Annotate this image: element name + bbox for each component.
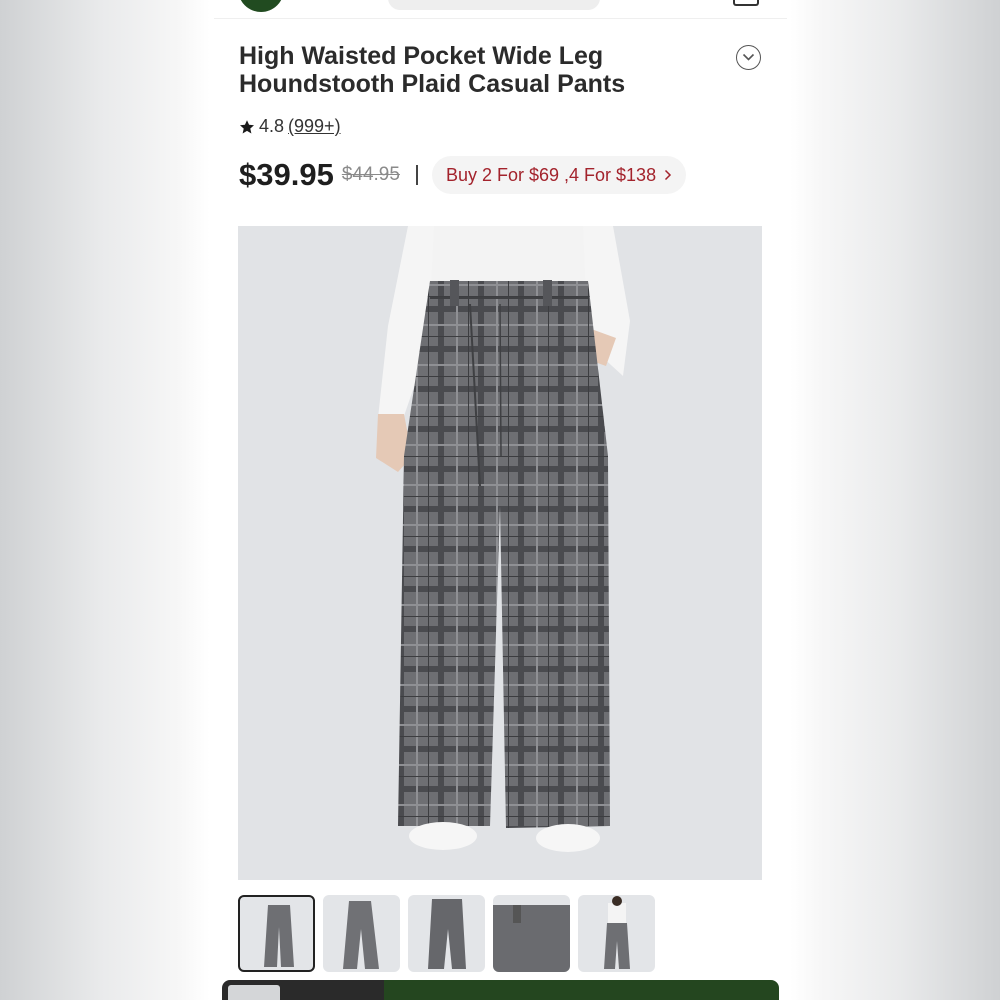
- gallery-thumbnail-4[interactable]: [493, 895, 570, 972]
- original-price: $44.95: [341, 164, 400, 185]
- review-count-link[interactable]: (999+): [288, 116, 341, 137]
- search-bar[interactable]: [388, 0, 600, 10]
- gallery-thumbnails: [238, 895, 655, 972]
- product-rating[interactable]: 4.8 (999+): [239, 116, 341, 137]
- gallery-thumbnail-2[interactable]: [323, 895, 400, 972]
- promo-label: Buy 2 For $69 ,4 For $138: [445, 164, 657, 185]
- gallery-thumbnail-3[interactable]: [408, 895, 485, 972]
- product-main-image[interactable]: [238, 226, 762, 880]
- add-to-cart-button[interactable]: [384, 980, 779, 1000]
- gallery-thumbnail-1[interactable]: [238, 895, 315, 972]
- top-navigation-bar: [214, 0, 787, 19]
- current-price: $39.95: [239, 157, 334, 192]
- bundle-promo-button[interactable]: Buy 2 For $69 ,4 For $138: [431, 156, 687, 194]
- brand-logo-icon[interactable]: [238, 0, 284, 12]
- star-icon: [240, 119, 254, 134]
- price-row: $39.95 $44.95 Buy 2 For $69 ,4 For $138: [239, 154, 687, 196]
- bottom-action-bar: [222, 980, 779, 1000]
- mini-product-preview[interactable]: [222, 980, 384, 1000]
- product-title: High Waisted Pocket Wide Leg Houndstooth…: [239, 42, 626, 98]
- chevron-down-icon[interactable]: [736, 45, 761, 70]
- rating-value: 4.8: [259, 116, 285, 136]
- product-page: High Waisted Pocket Wide Leg Houndstooth…: [214, 0, 787, 1000]
- chevron-right-icon: [665, 169, 672, 181]
- price-divider: [415, 165, 418, 185]
- gallery-thumbnail-5[interactable]: [578, 895, 655, 972]
- shopping-bag-icon[interactable]: [733, 0, 759, 6]
- mini-product-image: [228, 985, 280, 1000]
